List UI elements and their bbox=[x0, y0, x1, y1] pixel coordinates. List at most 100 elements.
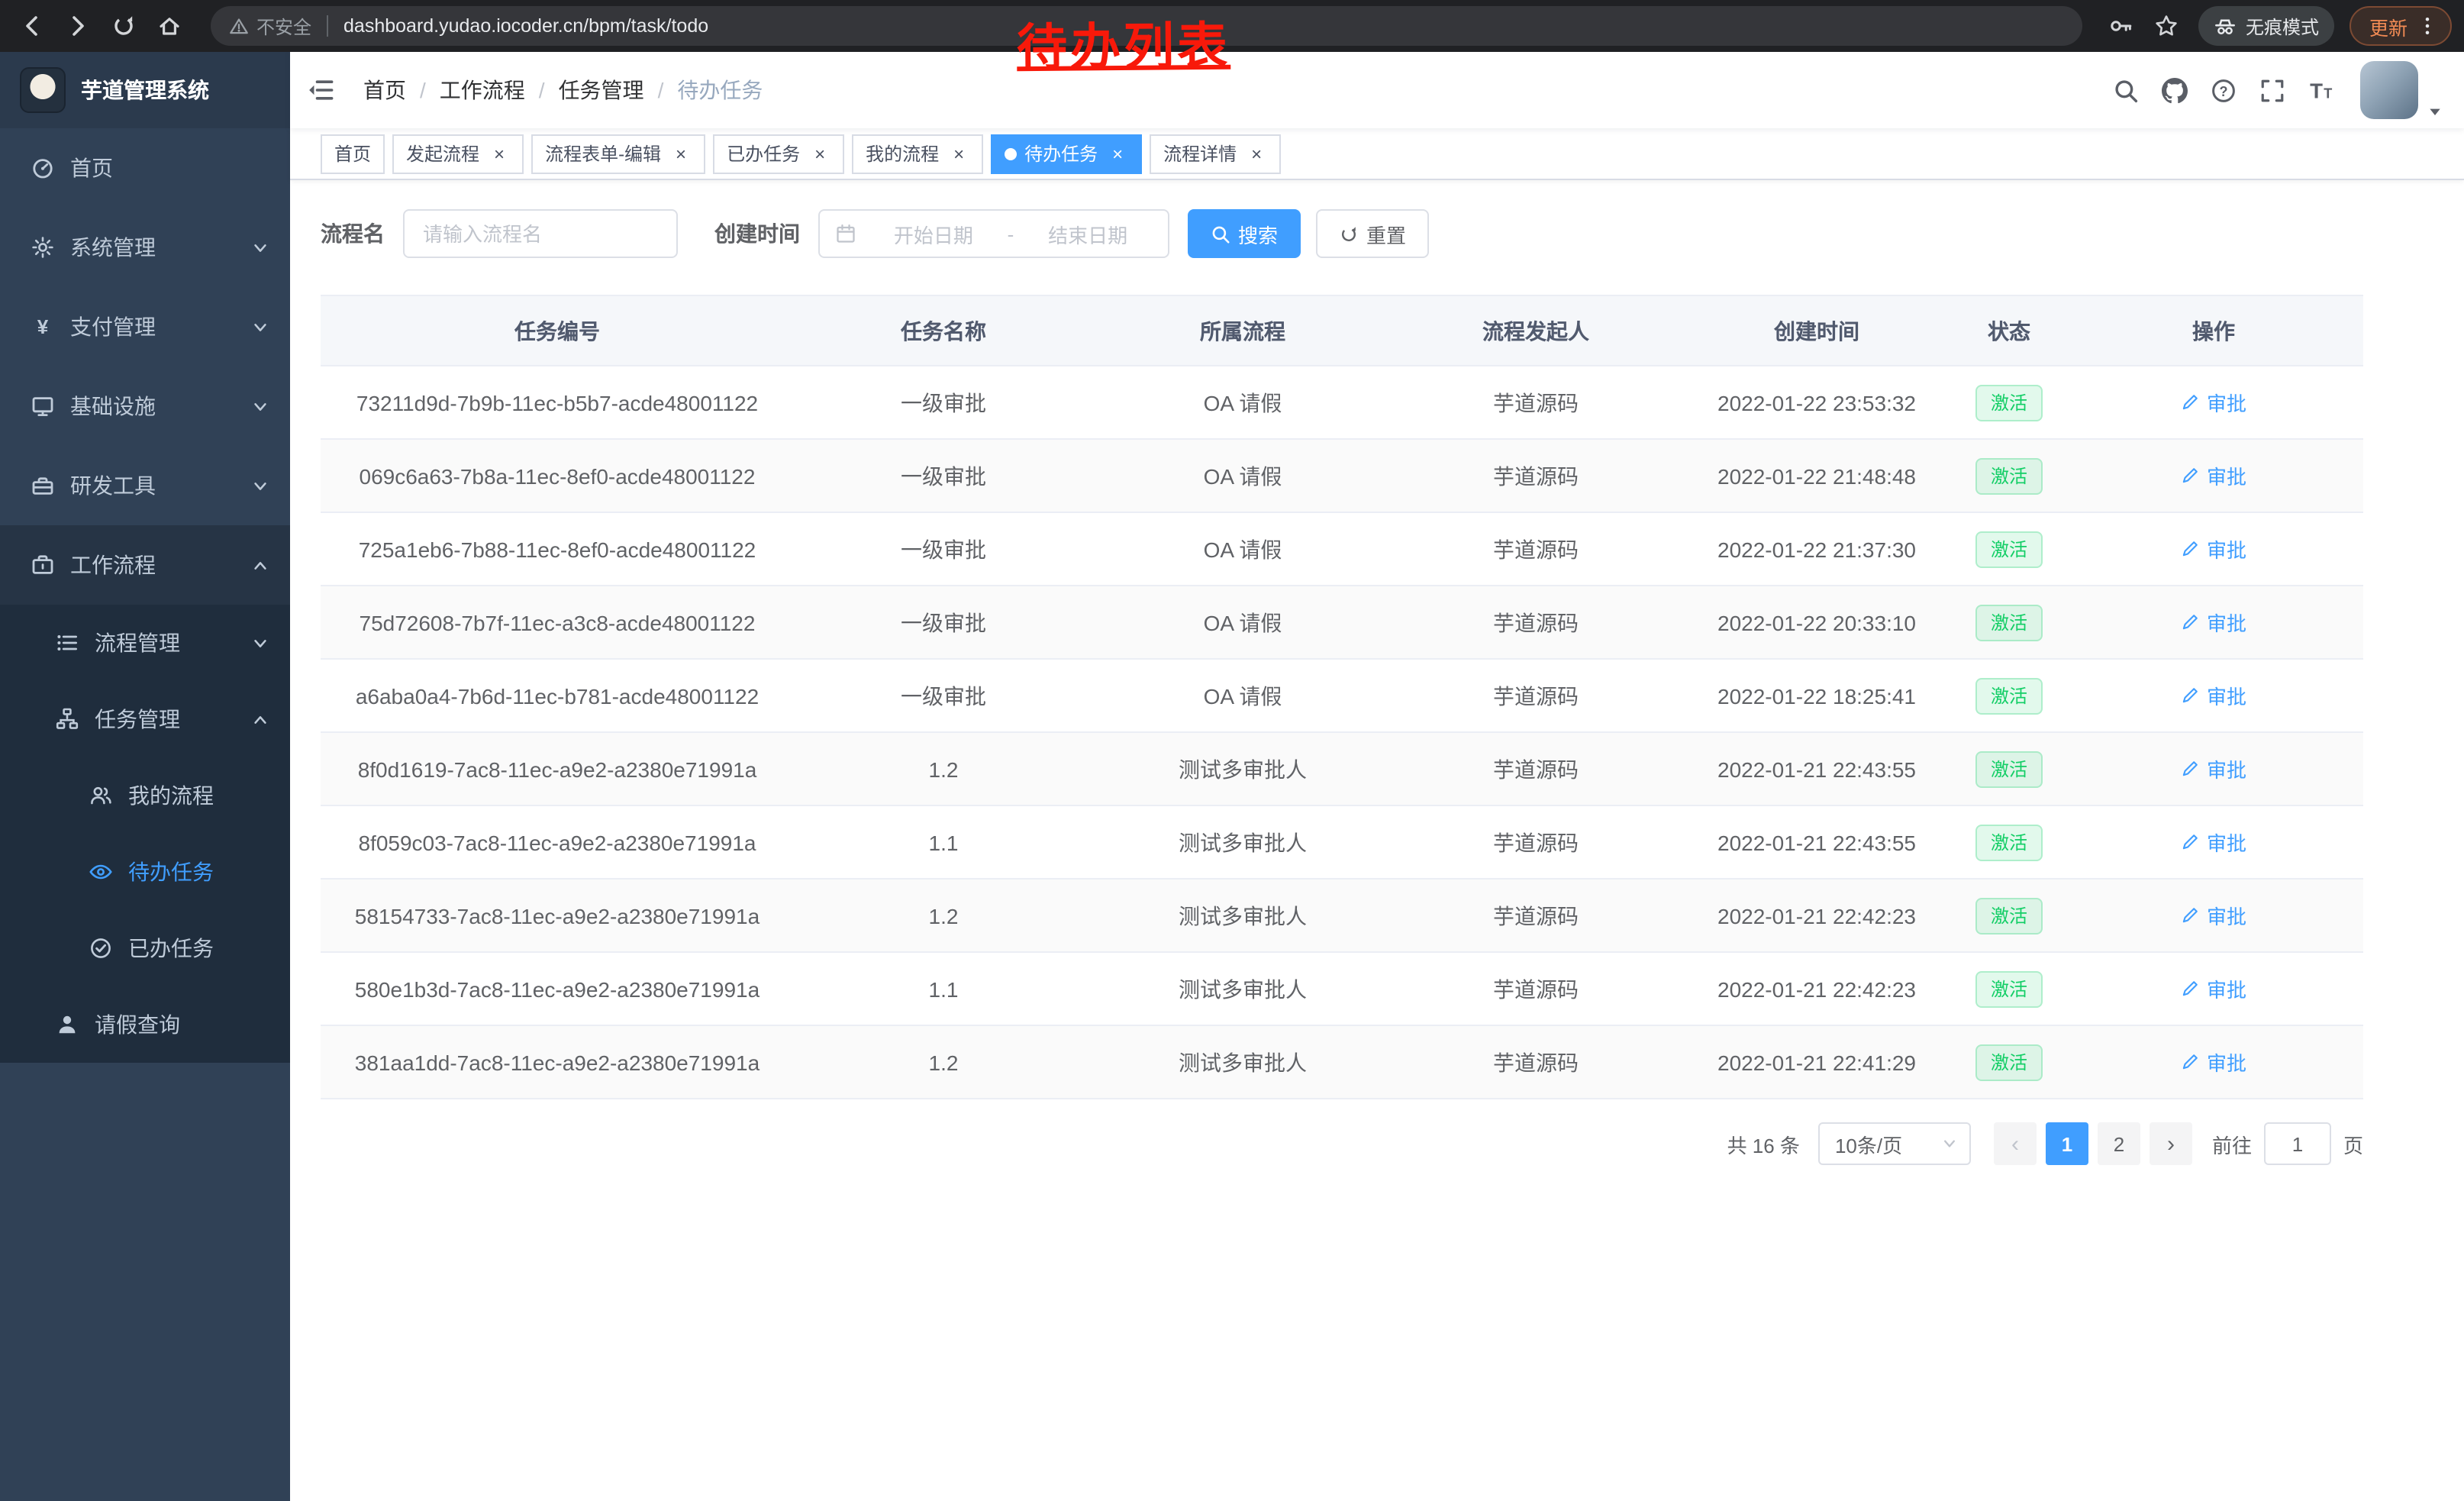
font-size-icon[interactable] bbox=[2296, 52, 2345, 128]
approve-link[interactable]: 审批 bbox=[2181, 974, 2246, 1003]
approve-link[interactable]: 审批 bbox=[2181, 681, 2246, 710]
approve-link[interactable]: 审批 bbox=[2181, 534, 2246, 563]
browser-forward-button[interactable] bbox=[58, 6, 98, 46]
browser-menu-icon[interactable] bbox=[2417, 15, 2438, 37]
tab-home[interactable]: 首页 bbox=[321, 134, 385, 173]
sidebar-item-done-tasks[interactable]: 已办任务 bbox=[0, 910, 290, 986]
sidebar-item-payment[interactable]: 支付管理 bbox=[0, 287, 290, 366]
tab-start-process[interactable]: 发起流程 × bbox=[392, 134, 524, 173]
reset-button[interactable]: 重置 bbox=[1316, 209, 1429, 258]
gear-icon bbox=[31, 235, 55, 260]
status-badge: 激活 bbox=[1975, 750, 2043, 787]
table-row: 381aa1dd-7ac8-11ec-a9e2-a2380e71991a 1.2… bbox=[321, 1026, 2363, 1099]
close-icon[interactable]: × bbox=[809, 143, 830, 164]
tab-my-process[interactable]: 我的流程 × bbox=[852, 134, 983, 173]
starter-cell: 芋道源码 bbox=[1392, 900, 1679, 931]
page-unit-label: 页 bbox=[2343, 1129, 2363, 1158]
github-icon[interactable] bbox=[2150, 52, 2198, 128]
date-range-picker[interactable]: 开始日期 - 结束日期 bbox=[818, 209, 1169, 258]
table-row: 580e1b3d-7ac8-11ec-a9e2-a2380e71991a 1.1… bbox=[321, 953, 2363, 1026]
browser-home-button[interactable] bbox=[150, 6, 189, 46]
task-name-cell: 1.1 bbox=[794, 976, 1093, 1001]
tab-todo-tasks[interactable]: 待办任务 × bbox=[991, 134, 1142, 173]
close-icon[interactable]: × bbox=[1246, 143, 1267, 164]
red-annotation-text: 待办列表 bbox=[1017, 5, 1231, 80]
update-label: 更新 bbox=[2369, 11, 2408, 40]
status-badge: 激活 bbox=[1975, 384, 2043, 421]
update-button[interactable]: 更新 bbox=[2350, 6, 2452, 46]
page-button-2[interactable]: 2 bbox=[2098, 1122, 2140, 1165]
close-icon[interactable]: × bbox=[489, 143, 510, 164]
approve-link[interactable]: 审批 bbox=[2181, 461, 2246, 490]
eye-icon bbox=[89, 860, 113, 884]
page-content: 流程名 创建时间 开始日期 - 结束日期 搜索 bbox=[290, 180, 2464, 1165]
close-icon[interactable]: × bbox=[948, 143, 969, 164]
next-page-button[interactable]: › bbox=[2150, 1122, 2192, 1165]
breadcrumb-task-management[interactable]: 任务管理 bbox=[559, 75, 644, 105]
user-menu[interactable] bbox=[2360, 52, 2443, 128]
breadcrumb-workflow[interactable]: 工作流程 bbox=[440, 75, 525, 105]
search-icon[interactable] bbox=[2101, 52, 2150, 128]
status-badge: 激活 bbox=[1975, 1044, 2043, 1080]
tab-process-detail[interactable]: 流程详情 × bbox=[1150, 134, 1281, 173]
starter-cell: 芋道源码 bbox=[1392, 680, 1679, 711]
process-name-label: 流程名 bbox=[321, 218, 385, 249]
search-button[interactable]: 搜索 bbox=[1188, 209, 1301, 258]
table-row: a6aba0a4-7b6d-11ec-b781-acde48001122 一级审… bbox=[321, 660, 2363, 733]
close-icon[interactable]: × bbox=[670, 143, 692, 164]
page-button-1[interactable]: 1 bbox=[2046, 1122, 2088, 1165]
help-icon[interactable] bbox=[2198, 52, 2247, 128]
browser-back-button[interactable] bbox=[12, 6, 52, 46]
sidebar-item-process-management[interactable]: 流程管理 bbox=[0, 605, 290, 681]
approve-link[interactable]: 审批 bbox=[2181, 608, 2246, 637]
pen-icon bbox=[2181, 832, 2201, 852]
approve-link[interactable]: 审批 bbox=[2181, 1047, 2246, 1077]
status-badge: 激活 bbox=[1975, 604, 2043, 641]
breadcrumb-home[interactable]: 首页 bbox=[363, 75, 406, 105]
approve-link[interactable]: 审批 bbox=[2181, 388, 2246, 417]
approve-link[interactable]: 审批 bbox=[2181, 828, 2246, 857]
sidebar-item-home[interactable]: 首页 bbox=[0, 128, 290, 208]
process-cell: 测试多审批人 bbox=[1093, 827, 1392, 857]
approve-link[interactable]: 审批 bbox=[2181, 901, 2246, 930]
sidebar-item-infrastructure[interactable]: 基础设施 bbox=[0, 366, 290, 446]
avatar[interactable] bbox=[2360, 61, 2418, 119]
person-icon bbox=[55, 1012, 79, 1037]
password-key-icon[interactable] bbox=[2101, 6, 2140, 46]
column-header: 操作 bbox=[2064, 315, 2363, 346]
security-label: 不安全 bbox=[256, 13, 311, 39]
sidebar-item-todo-tasks[interactable]: 待办任务 bbox=[0, 834, 290, 910]
sidebar-item-system[interactable]: 系统管理 bbox=[0, 208, 290, 287]
page-size-select[interactable]: 10条/页 bbox=[1818, 1122, 1971, 1165]
incognito-icon bbox=[2214, 15, 2237, 37]
process-cell: 测试多审批人 bbox=[1093, 973, 1392, 1004]
page-url: dashboard.yudao.iocoder.cn/bpm/task/todo bbox=[343, 15, 708, 37]
browser-reload-button[interactable] bbox=[104, 6, 144, 46]
close-icon[interactable]: × bbox=[1107, 143, 1128, 164]
bookmark-star-icon[interactable] bbox=[2146, 6, 2186, 46]
sidebar-collapse-button[interactable] bbox=[290, 52, 351, 128]
column-header: 状态 bbox=[1954, 315, 2064, 346]
process-cell: 测试多审批人 bbox=[1093, 1047, 1392, 1077]
task-name-cell: 一级审批 bbox=[794, 680, 1093, 711]
goto-page-input[interactable] bbox=[2264, 1122, 2331, 1165]
process-name-input[interactable] bbox=[403, 209, 678, 258]
fullscreen-icon[interactable] bbox=[2247, 52, 2296, 128]
tab-done-tasks[interactable]: 已办任务 × bbox=[713, 134, 844, 173]
tab-process-form-edit[interactable]: 流程表单-编辑 × bbox=[531, 134, 705, 173]
incognito-badge: 无痕模式 bbox=[2198, 6, 2334, 46]
calendar-icon bbox=[835, 223, 856, 244]
sidebar-item-workflow[interactable]: 工作流程 bbox=[0, 525, 290, 605]
process-cell: 测试多审批人 bbox=[1093, 754, 1392, 784]
sidebar-item-my-process[interactable]: 我的流程 bbox=[0, 757, 290, 834]
sidebar-item-task-management[interactable]: 任务管理 bbox=[0, 681, 290, 757]
create-time-cell: 2022-01-21 22:43:55 bbox=[1679, 830, 1954, 854]
browser-actions: 无痕模式 更新 bbox=[2098, 6, 2452, 46]
sidebar-item-devtools[interactable]: 研发工具 bbox=[0, 446, 290, 525]
task-name-cell: 一级审批 bbox=[794, 387, 1093, 418]
prev-page-button[interactable]: ‹ bbox=[1994, 1122, 2037, 1165]
approve-link[interactable]: 审批 bbox=[2181, 754, 2246, 783]
chevron-down-icon bbox=[252, 398, 269, 415]
sidebar-item-leave-query[interactable]: 请假查询 bbox=[0, 986, 290, 1063]
task-id-cell: 725a1eb6-7b88-11ec-8ef0-acde48001122 bbox=[321, 537, 794, 561]
